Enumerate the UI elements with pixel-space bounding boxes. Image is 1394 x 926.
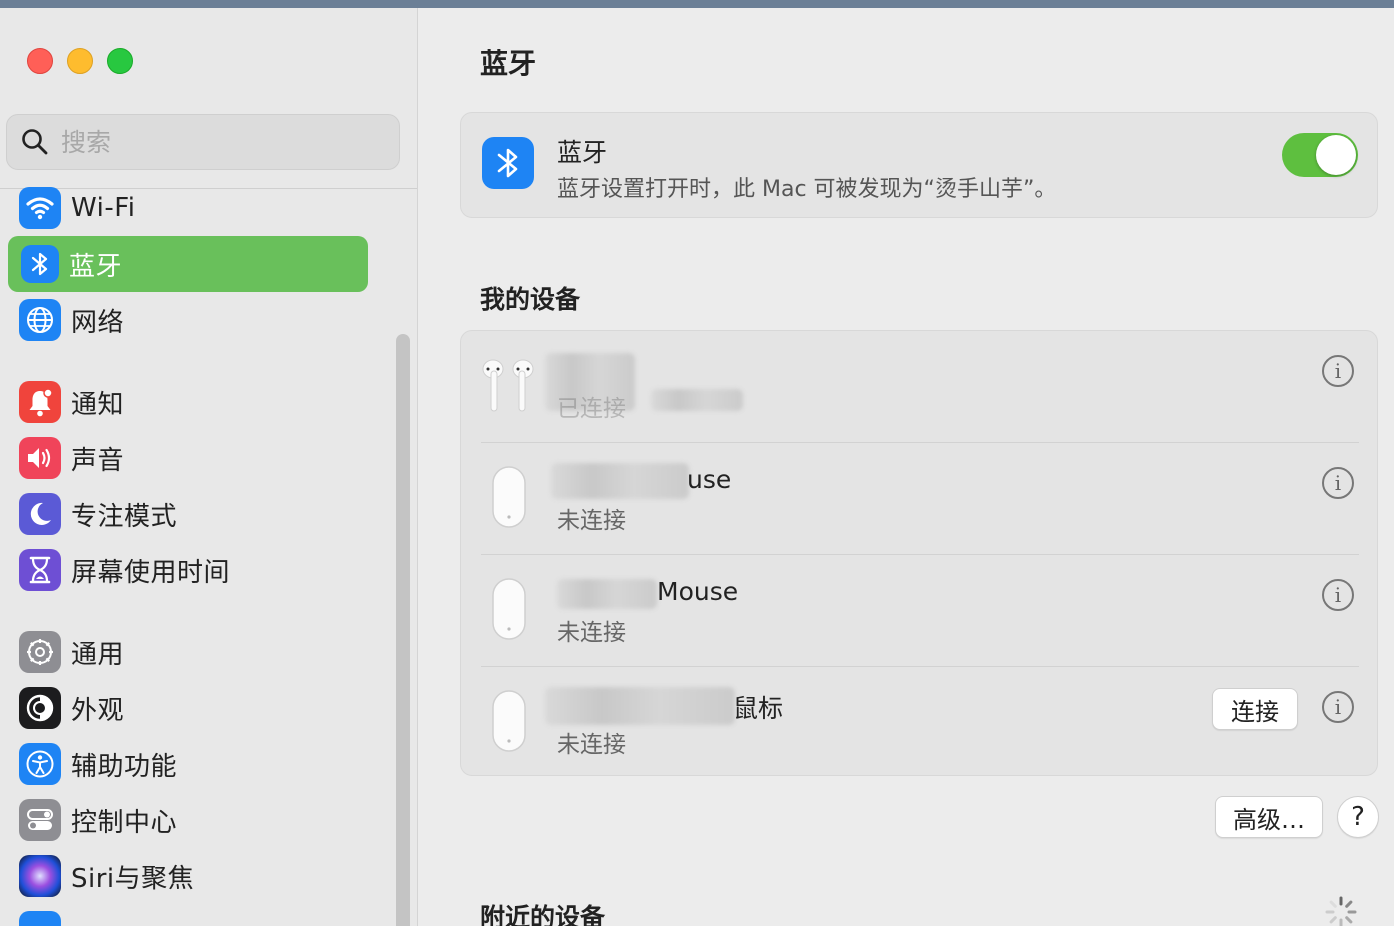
appearance-icon (19, 687, 61, 729)
hourglass-icon (19, 549, 61, 591)
device-row[interactable]: 鼠标 未连接 连接 i (461, 667, 1379, 779)
sidebar-scrollbar[interactable] (396, 334, 410, 926)
bluetooth-icon (482, 137, 534, 189)
sidebar-item-focus[interactable]: 专注模式 (8, 486, 368, 542)
device-info-button[interactable]: i (1322, 691, 1354, 723)
sidebar-item-label: 通用 (71, 639, 125, 670)
bluetooth-toggle[interactable] (1282, 133, 1358, 177)
device-info-button[interactable]: i (1322, 355, 1354, 387)
sidebar-item-label: 网络 (71, 307, 125, 338)
device-status: 已连接 (557, 396, 626, 422)
search-icon (22, 129, 48, 155)
search-field[interactable] (6, 114, 400, 170)
speaker-icon (19, 437, 61, 479)
main-pane: 蓝牙 蓝牙 蓝牙设置打开时，此 Mac 可被发现为“烫手山芋”。 我的设备 已连… (419, 8, 1394, 926)
device-status: 未连接 (557, 508, 626, 534)
bluetooth-title: 蓝牙 (557, 138, 608, 167)
device-name: use (687, 465, 732, 494)
my-devices-title: 我的设备 (480, 285, 581, 314)
redacted-battery (651, 389, 743, 411)
bluetooth-discoverable-text: 蓝牙设置打开时，此 Mac 可被发现为“烫手山芋”。 (557, 177, 1057, 202)
sidebar-item-label: 辅助功能 (71, 751, 178, 782)
redacted-name (551, 463, 689, 499)
sidebar-item-siri[interactable]: Siri与聚焦 (8, 848, 368, 904)
sidebar-item-screen-time[interactable]: 屏幕使用时间 (8, 542, 368, 598)
loading-spinner-icon (1325, 896, 1357, 926)
close-window-button[interactable] (27, 48, 53, 74)
sidebar-item-label: Wi-Fi (71, 193, 136, 223)
zoom-window-button[interactable] (107, 48, 133, 74)
connect-button[interactable]: 连接 (1212, 688, 1298, 730)
hand-icon (19, 911, 61, 926)
sidebar-item-label: Siri与聚焦 (71, 863, 195, 894)
sidebar-item-partial[interactable] (8, 904, 368, 926)
device-name: Mouse (657, 577, 739, 606)
control-center-icon (19, 799, 61, 841)
help-button[interactable]: ? (1337, 796, 1379, 838)
my-devices-list: 已连接 i use 未连接 i Mouse 未连接 i 鼠标 未连接 连接 i (460, 330, 1378, 776)
sidebar-item-label: 屏幕使用时间 (71, 557, 231, 588)
accessibility-icon (19, 743, 61, 785)
nearby-devices-title: 附近的设备 (480, 903, 606, 926)
moon-icon (19, 493, 61, 535)
airpods-icon (482, 359, 534, 412)
globe-icon (19, 299, 61, 341)
wifi-icon (19, 187, 61, 229)
sidebar: Wi-Fi 蓝牙 网络 通知 (0, 8, 418, 926)
mouse-icon (492, 690, 526, 752)
bluetooth-icon (21, 245, 59, 283)
sidebar-item-label: 控制中心 (71, 807, 178, 838)
device-info-button[interactable]: i (1322, 467, 1354, 499)
sidebar-item-label: 通知 (71, 389, 125, 420)
sidebar-item-network[interactable]: 网络 (8, 292, 368, 348)
advanced-button[interactable]: 高级… (1215, 796, 1323, 838)
bluetooth-card: 蓝牙 蓝牙设置打开时，此 Mac 可被发现为“烫手山芋”。 (460, 112, 1378, 218)
bell-icon (19, 381, 61, 423)
redacted-name (545, 687, 735, 725)
sidebar-item-accessibility[interactable]: 辅助功能 (8, 736, 368, 792)
sidebar-item-control-center[interactable]: 控制中心 (8, 792, 368, 848)
sidebar-item-bluetooth[interactable]: 蓝牙 (8, 236, 368, 292)
device-row[interactable]: use 未连接 i (461, 443, 1379, 555)
device-row[interactable]: Mouse 未连接 i (461, 555, 1379, 667)
device-row[interactable]: 已连接 i (461, 331, 1379, 443)
mouse-icon (492, 466, 526, 528)
sidebar-item-appearance[interactable]: 外观 (8, 680, 368, 736)
siri-icon (19, 855, 61, 897)
sidebar-item-label: 专注模式 (71, 501, 178, 532)
toggle-knob (1316, 135, 1356, 175)
minimize-window-button[interactable] (67, 48, 93, 74)
gear-icon (19, 631, 61, 673)
device-name: 鼠标 (733, 694, 784, 723)
sidebar-item-notifications[interactable]: 通知 (8, 374, 368, 430)
redacted-name (557, 579, 657, 609)
sidebar-item-label: 外观 (71, 695, 125, 726)
page-title: 蓝牙 (480, 47, 537, 80)
sidebar-item-sound[interactable]: 声音 (8, 430, 368, 486)
desktop-strip (0, 0, 1394, 8)
device-info-button[interactable]: i (1322, 579, 1354, 611)
sidebar-item-label: 声音 (71, 445, 125, 476)
sidebar-item-label: 蓝牙 (69, 251, 123, 282)
sidebar-item-general[interactable]: 通用 (8, 624, 368, 680)
mouse-icon (492, 578, 526, 640)
device-status: 未连接 (557, 620, 626, 646)
search-input[interactable] (61, 127, 361, 157)
device-status: 未连接 (557, 732, 626, 758)
sidebar-item-wifi[interactable]: Wi-Fi (8, 180, 368, 236)
